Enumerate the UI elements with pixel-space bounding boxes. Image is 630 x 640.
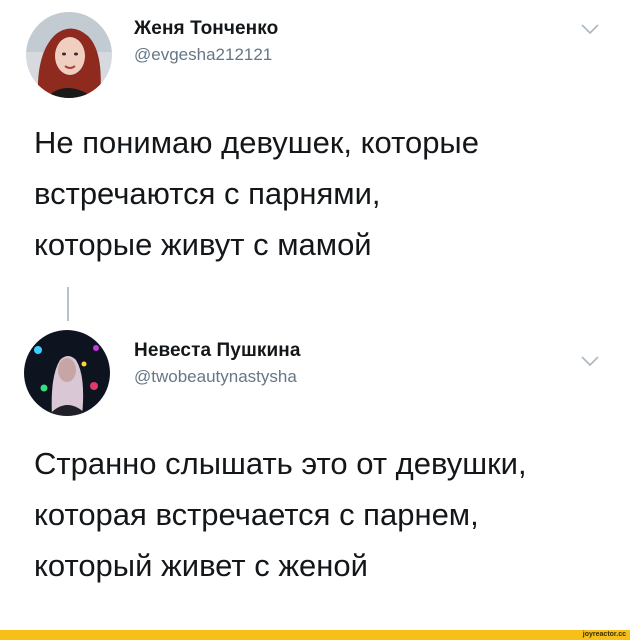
tweet-text-line: который живет с женой (34, 548, 368, 583)
avatar[interactable] (24, 330, 110, 416)
footer-bar: joyreactor.cc (0, 630, 630, 640)
chevron-down-icon[interactable] (580, 22, 600, 36)
author-name[interactable]: Невеста Пушкина (134, 340, 301, 362)
tweet-text-line: которая встречается с парнем, (34, 497, 479, 532)
chevron-down-icon[interactable] (580, 354, 600, 368)
tweet-original: Женя Тонченко @evgesha212121 Не понимаю … (0, 0, 630, 280)
tweet-text-line: которые живут с мамой (34, 227, 372, 262)
author-handle[interactable]: @twobeautynastysha (134, 367, 297, 387)
tweet-text-line: встречаются с парнями, (34, 176, 381, 211)
avatar[interactable] (26, 12, 112, 98)
tweet-text: Странно слышать это от девушки, которая … (34, 438, 606, 591)
tweet-text: Не понимаю девушек, которые встречаются … (34, 117, 606, 270)
watermark: joyreactor.cc (582, 631, 626, 638)
author-name[interactable]: Женя Тонченко (134, 18, 278, 40)
tweet-text-line: Не понимаю девушек, которые (34, 125, 479, 160)
tweet-text-line: Странно слышать это от девушки, (34, 446, 527, 481)
author-handle[interactable]: @evgesha212121 (134, 45, 272, 65)
tweet-reply: Невеста Пушкина @twobeautynastysha Стран… (0, 280, 630, 630)
avatar-photo-icon (26, 12, 112, 98)
avatar-photo-icon (24, 330, 110, 416)
